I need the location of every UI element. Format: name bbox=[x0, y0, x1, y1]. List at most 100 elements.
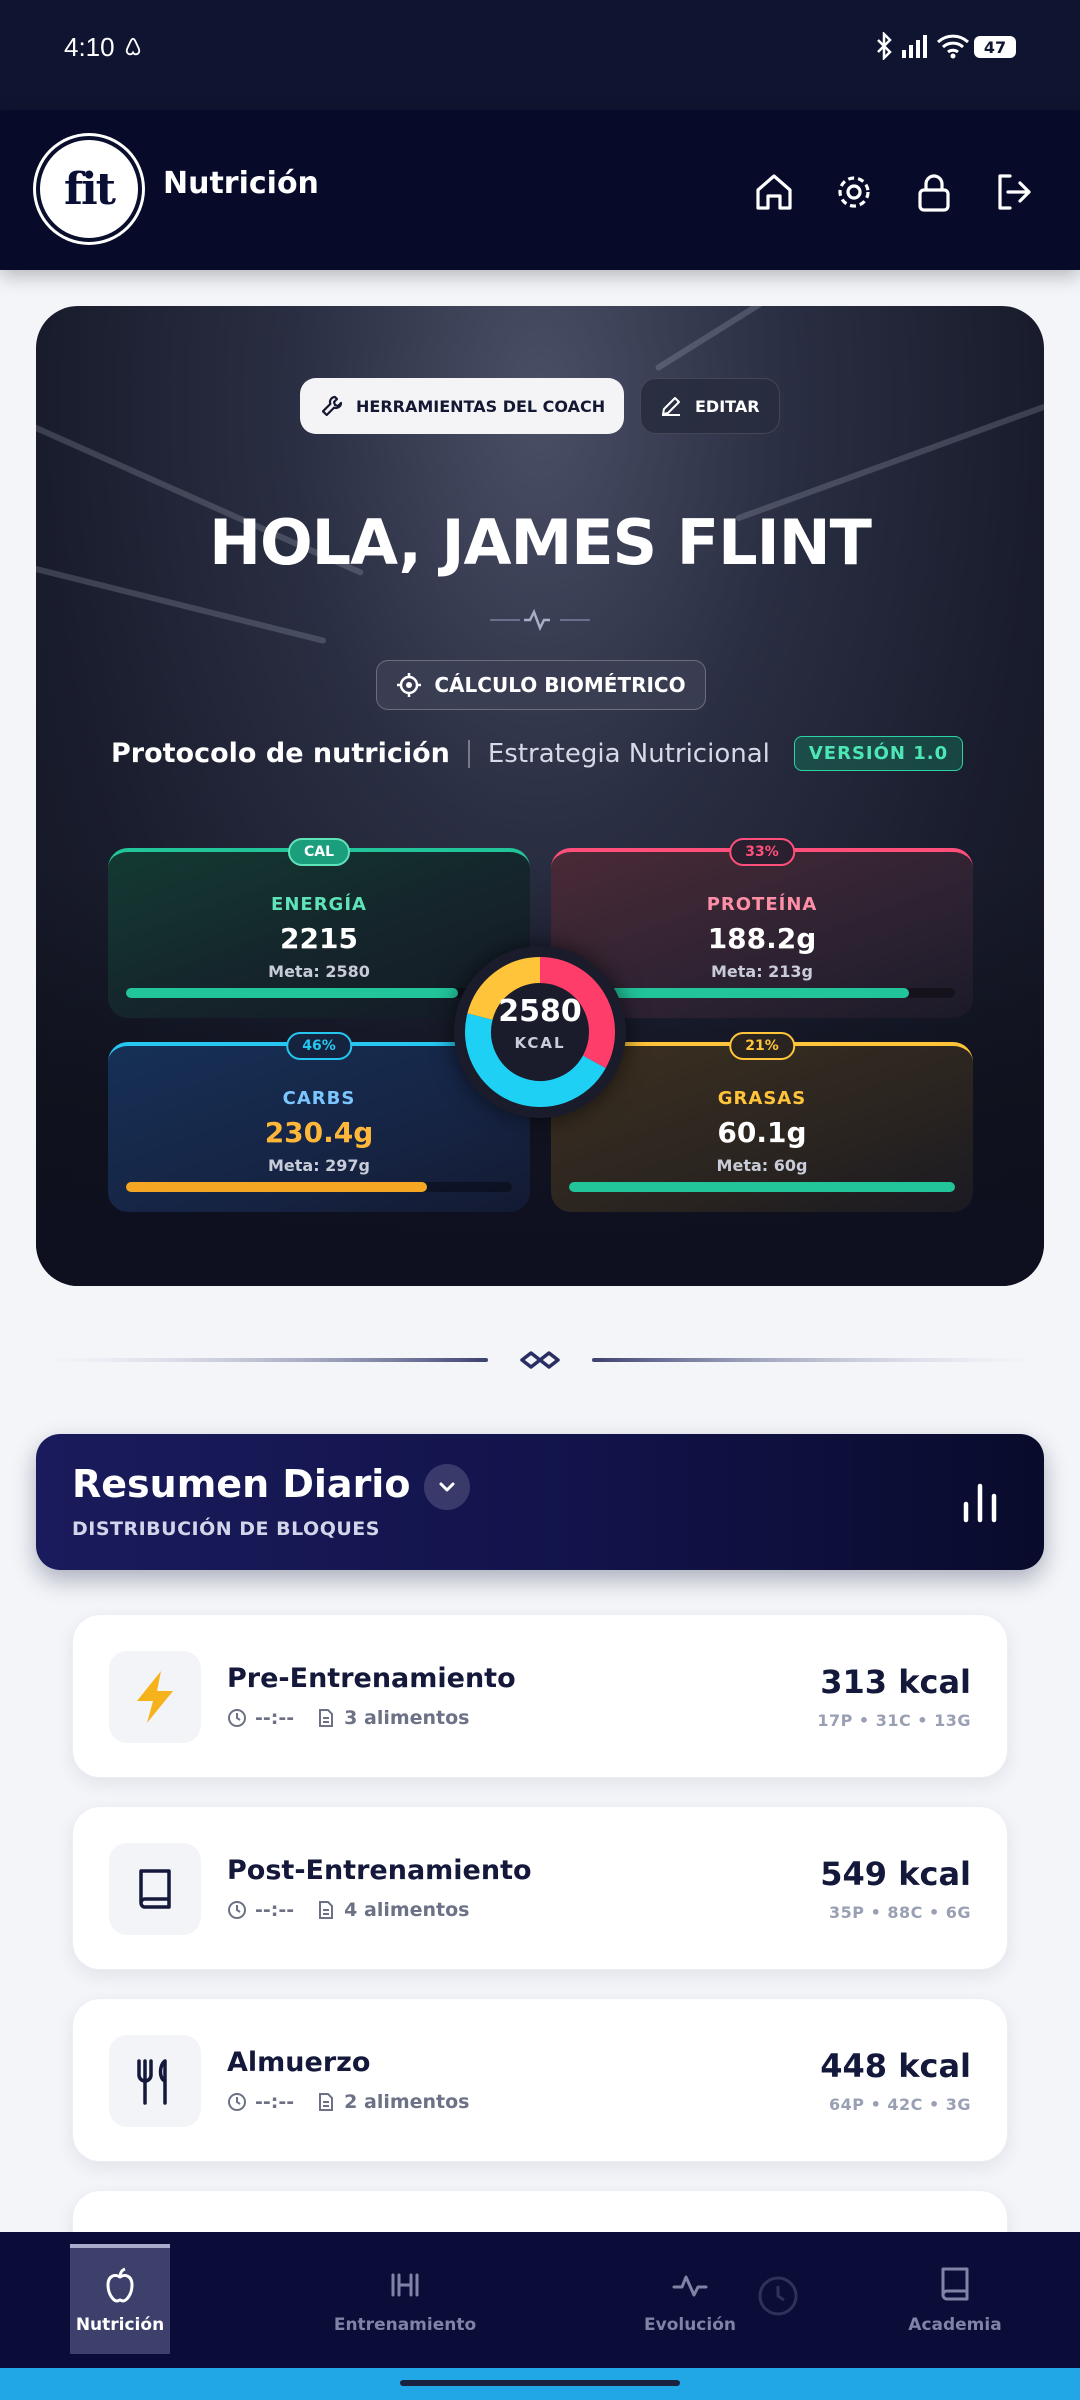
meal-icon-box bbox=[109, 1843, 201, 1935]
airbnb-icon bbox=[125, 37, 141, 56]
macro-goal: Meta: 60g bbox=[716, 1156, 808, 1175]
nav-item-academy[interactable]: Academia bbox=[890, 2232, 1020, 2368]
meal-items: 3 alimentos bbox=[344, 1707, 470, 1729]
biometric-button[interactable]: CÁLCULO BIOMÉTRICO bbox=[376, 660, 706, 710]
clock-icon bbox=[228, 2093, 246, 2111]
status-bar: 4:10 47 bbox=[0, 0, 1080, 110]
version-badge: VERSIÓN 1.0 bbox=[793, 736, 964, 771]
macro-value: 60.1g bbox=[717, 1116, 807, 1149]
pulse-icon bbox=[672, 2275, 708, 2297]
book-icon bbox=[139, 1869, 171, 1909]
macro-goal: Meta: 297g bbox=[267, 1156, 371, 1175]
meal-card[interactable]: Post-Entrenamiento --:-- 4 alimentos 549… bbox=[72, 1806, 1008, 1970]
biometric-label: CÁLCULO BIOMÉTRICO bbox=[434, 673, 686, 697]
home-indicator[interactable] bbox=[400, 2380, 680, 2386]
book-icon bbox=[941, 2267, 969, 2301]
collapse-toggle[interactable] bbox=[424, 1464, 470, 1510]
meal-macros: 35P • 88C • 6G bbox=[829, 1903, 971, 1922]
meal-time: --:-- bbox=[255, 1707, 295, 1729]
page-title: Nutrición bbox=[163, 166, 319, 201]
nav-label: Entrenamiento bbox=[333, 2315, 477, 2335]
donut-total: 2580 bbox=[498, 994, 582, 1029]
macro-progress-fill bbox=[569, 1182, 955, 1192]
bar-chart-icon[interactable] bbox=[958, 1480, 1002, 1524]
meal-meta: --:-- 4 alimentos bbox=[227, 1899, 470, 1921]
clock-icon bbox=[228, 1709, 246, 1727]
document-icon bbox=[319, 1901, 334, 1919]
chevron-down-icon bbox=[439, 1482, 455, 1492]
nav-item-nutrition[interactable]: Nutrición bbox=[70, 2232, 170, 2368]
summary-title: Resumen Diario bbox=[72, 1462, 411, 1506]
battery-level: 47 bbox=[983, 37, 1007, 57]
nav-item-training[interactable]: Entrenamiento bbox=[320, 2232, 490, 2368]
nav-label: Evolución bbox=[644, 2315, 736, 2335]
macro-label: ENERGÍA bbox=[271, 894, 367, 915]
meal-icon-box bbox=[109, 2035, 201, 2127]
section-divider bbox=[40, 1351, 1040, 1369]
home-icon[interactable] bbox=[752, 170, 796, 214]
macro-progress-track bbox=[569, 1182, 955, 1192]
meal-card[interactable]: Almuerzo --:-- 2 alimentos 448 kcal 64P … bbox=[72, 1998, 1008, 2162]
coach-tools-label: HERRAMIENTAS DEL COACH bbox=[356, 396, 606, 416]
app-header: fit Nutrición bbox=[0, 110, 1080, 270]
meal-icon-box bbox=[109, 1651, 201, 1743]
macro-tag: 21% bbox=[729, 1032, 795, 1060]
macro-progress-track bbox=[126, 1182, 512, 1192]
pulse-divider-icon bbox=[490, 608, 590, 632]
nav-item-evolution[interactable]: Evolución bbox=[620, 2232, 760, 2368]
logout-icon[interactable] bbox=[992, 170, 1036, 214]
meal-meta: --:-- 3 alimentos bbox=[227, 1707, 470, 1729]
macro-value: 230.4g bbox=[264, 1116, 374, 1149]
meal-kcal: 448 kcal bbox=[820, 2047, 971, 2085]
edit-button[interactable]: EDITAR bbox=[640, 378, 780, 434]
macro-progress-track bbox=[569, 988, 955, 998]
summary-subtitle: DISTRIBUCIÓN DE BLOQUES bbox=[72, 1518, 380, 1540]
meal-meta: --:-- 2 alimentos bbox=[227, 2091, 470, 2113]
macro-tag: CAL bbox=[287, 838, 351, 866]
lock-icon[interactable] bbox=[912, 170, 956, 214]
wifi-icon bbox=[936, 34, 970, 59]
protocol-strategy: Estrategia Nutricional bbox=[487, 738, 770, 769]
meal-name: Pre-Entrenamiento bbox=[227, 1663, 516, 1694]
meal-kcal: 549 kcal bbox=[820, 1855, 971, 1893]
target-icon bbox=[397, 673, 422, 697]
logo-text: fit bbox=[64, 163, 116, 215]
greeting-title: HOLA, JAMES FLINT bbox=[209, 506, 872, 579]
fit-coach-logo[interactable]: fit bbox=[36, 136, 142, 242]
coach-tools-button[interactable]: HERRAMIENTAS DEL COACH bbox=[300, 378, 624, 434]
macro-label: PROTEÍNA bbox=[706, 894, 818, 915]
wrench-icon bbox=[321, 395, 343, 417]
meal-card[interactable]: Pre-Entrenamiento --:-- 3 alimentos 313 … bbox=[72, 1614, 1008, 1778]
document-icon bbox=[319, 2093, 334, 2111]
status-time: 4:10 bbox=[64, 32, 115, 62]
system-nav-bar bbox=[0, 2368, 1080, 2400]
battery-icon: 47 bbox=[974, 36, 1016, 58]
meal-name: Almuerzo bbox=[227, 2047, 371, 2078]
meal-time: --:-- bbox=[255, 1899, 295, 1921]
apple-icon bbox=[106, 2267, 134, 2303]
macro-tag: 33% bbox=[729, 838, 795, 866]
ceiling-light bbox=[654, 306, 1014, 372]
macro-tag: 46% bbox=[286, 1032, 352, 1060]
nav-label: Academia bbox=[908, 2315, 1002, 2335]
document-icon bbox=[319, 1709, 334, 1727]
meal-name: Post-Entrenamiento bbox=[227, 1855, 532, 1886]
meal-kcal: 313 kcal bbox=[820, 1663, 971, 1701]
meal-macros: 17P • 31C • 13G bbox=[817, 1711, 971, 1730]
bottom-nav: Nutrición Entrenamiento Evolución Academ… bbox=[0, 2232, 1080, 2368]
pencil-icon bbox=[662, 397, 680, 416]
gear-icon[interactable] bbox=[832, 170, 876, 214]
dumbbell-icon bbox=[391, 2273, 419, 2297]
protocol-title: Protocolo de nutrición bbox=[111, 738, 450, 769]
meal-macros: 64P • 42C • 3G bbox=[829, 2095, 971, 2114]
meal-items: 2 alimentos bbox=[344, 2091, 470, 2113]
meal-time: --:-- bbox=[255, 2091, 295, 2113]
edit-label: EDITAR bbox=[695, 396, 760, 416]
bluetooth-icon bbox=[877, 32, 892, 60]
calorie-donut-ring bbox=[465, 957, 615, 1107]
ceiling-light bbox=[734, 393, 1044, 522]
protocol-separator bbox=[467, 739, 470, 768]
daily-summary-header[interactable]: Resumen Diario DISTRIBUCIÓN DE BLOQUES bbox=[36, 1434, 1044, 1570]
donut-unit: KCAL bbox=[514, 1034, 566, 1052]
hero-card: HERRAMIENTAS DEL COACH EDITAR HOLA, JAME… bbox=[36, 306, 1044, 1286]
